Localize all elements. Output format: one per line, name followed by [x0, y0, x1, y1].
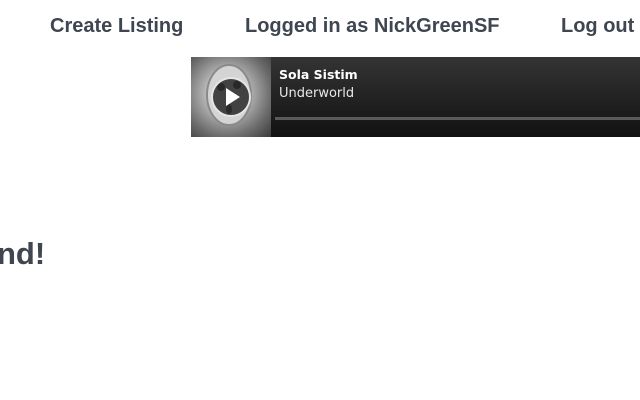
logout-link[interactable]: Log out: [561, 15, 634, 38]
play-button[interactable]: [211, 77, 251, 117]
create-listing-link[interactable]: Create Listing: [50, 15, 183, 38]
audio-player-widget: Sola Sistim Underworld: [191, 57, 640, 137]
play-icon: [226, 88, 240, 106]
track-title[interactable]: Sola Sistim: [279, 67, 358, 82]
progress-bar[interactable]: [275, 117, 640, 120]
page-heading: nd!: [0, 236, 46, 271]
face-artwork-icon: [191, 57, 271, 137]
track-artist[interactable]: Underworld: [279, 86, 354, 101]
logged-in-user-link[interactable]: Logged in as NickGreenSF: [245, 15, 500, 38]
